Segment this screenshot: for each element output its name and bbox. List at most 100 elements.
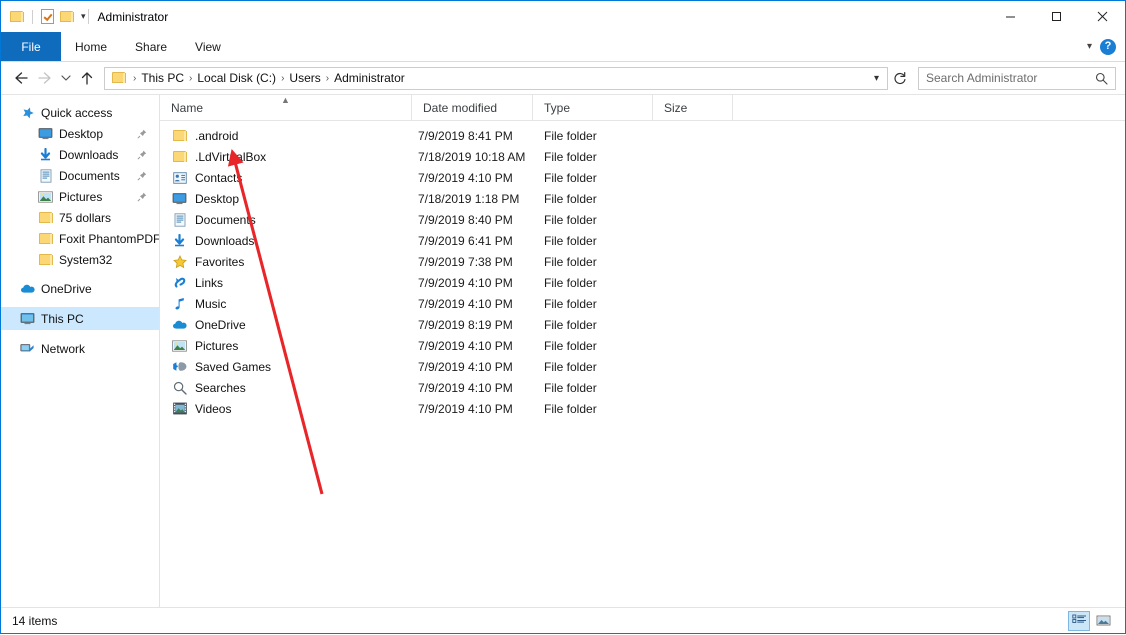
table-row[interactable]: Searches7/9/2019 4:10 PMFile folder — [160, 377, 1125, 398]
file-name-cell[interactable]: Desktop — [160, 192, 412, 206]
refresh-button[interactable] — [888, 66, 912, 90]
file-name-cell[interactable]: Pictures — [160, 339, 412, 353]
properties-icon[interactable] — [41, 9, 54, 24]
sidebar-label: OneDrive — [41, 282, 92, 296]
file-name-cell[interactable]: Videos — [160, 402, 412, 416]
table-row[interactable]: Contacts7/9/2019 4:10 PMFile folder — [160, 167, 1125, 188]
table-row[interactable]: Downloads7/9/2019 6:41 PMFile folder — [160, 230, 1125, 251]
forward-button[interactable] — [33, 66, 57, 90]
file-name-cell[interactable]: OneDrive — [160, 318, 412, 332]
maximize-button[interactable] — [1033, 1, 1079, 32]
file-name-cell[interactable]: Downloads — [160, 234, 412, 248]
file-date-cell: 7/9/2019 4:10 PM — [412, 360, 533, 374]
pin-icon[interactable] — [137, 171, 147, 181]
file-name-cell[interactable]: Music — [160, 297, 412, 311]
tab-home[interactable]: Home — [61, 32, 121, 61]
sidebar-label: Pictures — [59, 190, 102, 204]
table-row[interactable]: .LdVirtualBox7/18/2019 10:18 AMFile fold… — [160, 146, 1125, 167]
links-icon — [171, 276, 188, 289]
breadcrumb-administrator[interactable]: Administrator — [330, 71, 409, 85]
column-label: Date modified — [423, 101, 497, 115]
address-dropdown-icon[interactable]: ▾ — [866, 73, 887, 84]
file-explorer-window: ▾ Administrator File Home Share View ▾ ? — [0, 0, 1126, 634]
breadcrumb-users[interactable]: Users — [285, 71, 324, 85]
tab-share[interactable]: Share — [121, 32, 181, 61]
file-date-cell: 7/9/2019 4:10 PM — [412, 297, 533, 311]
tab-view[interactable]: View — [181, 32, 235, 61]
table-row[interactable]: Desktop7/18/2019 1:18 PMFile folder — [160, 188, 1125, 209]
file-name-cell[interactable]: Contacts — [160, 171, 412, 185]
file-date-cell: 7/9/2019 4:10 PM — [412, 381, 533, 395]
pin-icon[interactable] — [137, 129, 147, 139]
sidebar-item-system32[interactable]: System32 — [1, 249, 159, 270]
file-name-label: Contacts — [195, 171, 242, 185]
close-button[interactable] — [1079, 1, 1125, 32]
table-row[interactable]: Music7/9/2019 4:10 PMFile folder — [160, 293, 1125, 314]
recent-locations-icon[interactable] — [57, 66, 75, 90]
table-row[interactable]: Favorites7/9/2019 7:38 PMFile folder — [160, 251, 1125, 272]
sidebar-item-network[interactable]: Network — [1, 338, 159, 359]
file-name-cell[interactable]: Documents — [160, 213, 412, 227]
column-label: Name — [171, 101, 203, 115]
sidebar-item-desktop[interactable]: Desktop — [1, 123, 159, 144]
expand-ribbon-icon[interactable]: ▾ — [1087, 41, 1092, 52]
new-folder-icon[interactable] — [60, 11, 74, 23]
sidebar-item-quick-access[interactable]: Quick access — [1, 102, 159, 123]
table-row[interactable]: OneDrive7/9/2019 8:19 PMFile folder — [160, 314, 1125, 335]
sidebar-item-onedrive[interactable]: OneDrive — [1, 278, 159, 299]
search-input[interactable] — [919, 71, 1095, 85]
file-name-cell[interactable]: .android — [160, 129, 412, 143]
search-icon[interactable] — [1095, 72, 1115, 85]
search-box[interactable] — [918, 67, 1116, 90]
column-header-date-modified[interactable]: Date modified — [412, 95, 533, 120]
file-name-cell[interactable]: Saved Games — [160, 360, 412, 374]
file-name-label: Pictures — [195, 339, 238, 353]
sidebar-label: Downloads — [59, 148, 118, 162]
file-name-cell[interactable]: Links — [160, 276, 412, 290]
table-row[interactable]: .android7/9/2019 8:41 PMFile folder — [160, 125, 1125, 146]
file-type-cell: File folder — [533, 129, 653, 143]
table-row[interactable]: Documents7/9/2019 8:40 PMFile folder — [160, 209, 1125, 230]
file-type-cell: File folder — [533, 318, 653, 332]
pin-icon[interactable] — [137, 192, 147, 202]
sidebar-label: Desktop — [59, 127, 103, 141]
file-name-cell[interactable]: Favorites — [160, 255, 412, 269]
details-view-button[interactable] — [1068, 611, 1090, 631]
file-name-label: Links — [195, 276, 223, 290]
sidebar-label: Quick access — [41, 106, 112, 120]
up-button[interactable] — [75, 66, 99, 90]
folder-icon[interactable] — [10, 11, 24, 23]
address-bar-actions: ▾ — [866, 73, 887, 84]
sidebar-item-this-pc[interactable]: This PC — [1, 307, 159, 330]
sidebar-item-75-dollars[interactable]: 75 dollars — [1, 207, 159, 228]
sidebar-item-foxit-phantompdf[interactable]: Foxit PhantomPDF — [1, 228, 159, 249]
column-header-name[interactable]: ▲ Name — [160, 95, 412, 120]
pin-icon[interactable] — [137, 150, 147, 160]
column-label: Size — [664, 101, 687, 115]
help-icon[interactable]: ? — [1100, 39, 1116, 55]
column-label: Type — [544, 101, 570, 115]
minimize-button[interactable] — [987, 1, 1033, 32]
table-row[interactable]: Links7/9/2019 4:10 PMFile folder — [160, 272, 1125, 293]
address-bar[interactable]: › This PC › Local Disk (C:) › Users › Ad… — [104, 67, 888, 90]
table-row[interactable]: Pictures7/9/2019 4:10 PMFile folder — [160, 335, 1125, 356]
file-name-cell[interactable]: Searches — [160, 381, 412, 395]
column-header-type[interactable]: Type — [533, 95, 653, 120]
sidebar-item-documents[interactable]: Documents — [1, 165, 159, 186]
file-name-cell[interactable]: .LdVirtualBox — [160, 150, 412, 164]
view-mode-buttons — [1068, 611, 1121, 631]
breadcrumb-this-pc[interactable]: This PC — [137, 71, 188, 85]
breadcrumb-local-disk[interactable]: Local Disk (C:) — [193, 71, 280, 85]
table-row[interactable]: Saved Games7/9/2019 4:10 PMFile folder — [160, 356, 1125, 377]
quick-access-toolbar: ▾ — [1, 1, 86, 32]
large-icons-view-button[interactable] — [1092, 611, 1114, 631]
table-row[interactable]: Videos7/9/2019 4:10 PMFile folder — [160, 398, 1125, 419]
sidebar-item-pictures[interactable]: Pictures — [1, 186, 159, 207]
tab-file[interactable]: File — [1, 32, 61, 61]
chevron-down-icon[interactable]: ▾ — [81, 12, 86, 21]
file-type-cell: File folder — [533, 234, 653, 248]
back-button[interactable] — [9, 66, 33, 90]
file-type-cell: File folder — [533, 381, 653, 395]
column-header-size[interactable]: Size — [653, 95, 733, 120]
sidebar-item-downloads[interactable]: Downloads — [1, 144, 159, 165]
